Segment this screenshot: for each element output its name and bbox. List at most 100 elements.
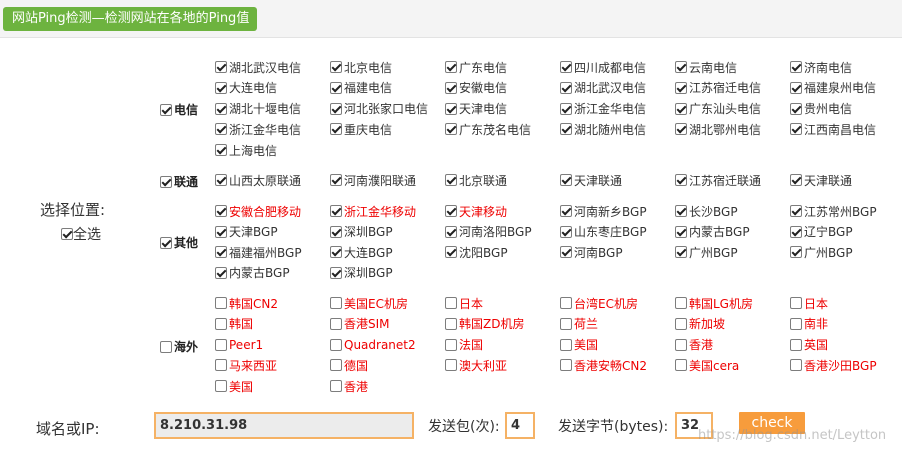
location-option-checkbox[interactable] — [330, 297, 342, 309]
location-option-checkbox[interactable] — [445, 102, 457, 115]
location-option[interactable]: 法国 — [445, 337, 483, 353]
group-other-checkbox[interactable] — [160, 236, 172, 249]
location-option[interactable]: 韩国LG机房 — [675, 295, 753, 311]
location-option[interactable]: 重庆电信 — [330, 121, 392, 137]
location-option-checkbox[interactable] — [330, 266, 342, 279]
location-option[interactable]: 福建福州BGP — [215, 244, 302, 260]
location-option[interactable]: 北京电信 — [330, 59, 392, 75]
location-option-checkbox[interactable] — [445, 338, 457, 351]
location-option-checkbox[interactable] — [790, 123, 802, 136]
location-option[interactable]: 浙江金华电信 — [560, 101, 646, 117]
location-option[interactable]: 香港安畅CN2 — [560, 357, 647, 373]
location-option-checkbox[interactable] — [215, 174, 227, 186]
select-all-box[interactable] — [61, 228, 73, 240]
location-option-checkbox[interactable] — [330, 81, 342, 94]
location-option[interactable]: 美国 — [215, 378, 253, 394]
location-option[interactable]: 澳大利亚 — [445, 357, 507, 373]
location-option-checkbox[interactable] — [560, 246, 572, 258]
location-option-checkbox[interactable] — [330, 359, 342, 372]
location-option-checkbox[interactable] — [560, 317, 572, 330]
group-telecom[interactable]: 电信 — [160, 101, 198, 118]
location-option[interactable]: 福建泉州电信 — [790, 80, 876, 96]
location-option[interactable]: 广州BGP — [790, 244, 853, 260]
location-option-checkbox[interactable] — [445, 174, 457, 186]
location-option-checkbox[interactable] — [790, 81, 802, 94]
location-option-checkbox[interactable] — [215, 266, 227, 279]
location-option[interactable]: 江苏常州BGP — [790, 203, 877, 219]
location-option-checkbox[interactable] — [330, 246, 342, 258]
location-option[interactable]: 天津联通 — [790, 172, 852, 188]
location-option-checkbox[interactable] — [560, 61, 572, 73]
location-option[interactable]: 广东汕头电信 — [675, 101, 761, 117]
group-telecom-checkbox[interactable] — [160, 103, 172, 116]
location-option-checkbox[interactable] — [215, 359, 227, 372]
location-option[interactable]: 上海电信 — [215, 142, 277, 158]
group-other[interactable]: 其他 — [160, 234, 198, 251]
location-option[interactable]: 安徽电信 — [445, 80, 507, 96]
location-option-checkbox[interactable] — [675, 61, 687, 73]
location-option-checkbox[interactable] — [675, 359, 687, 372]
location-option[interactable]: 济南电信 — [790, 59, 852, 75]
location-option-checkbox[interactable] — [330, 225, 342, 238]
location-option-checkbox[interactable] — [215, 102, 227, 115]
location-option-checkbox[interactable] — [215, 144, 227, 157]
location-option[interactable]: 韩国 — [215, 316, 253, 332]
location-option[interactable]: 香港沙田BGP — [790, 357, 877, 373]
location-option-checkbox[interactable] — [560, 225, 572, 238]
location-option[interactable]: 德国 — [330, 357, 368, 373]
location-option-checkbox[interactable] — [560, 338, 572, 351]
location-option-checkbox[interactable] — [330, 380, 342, 393]
location-option-checkbox[interactable] — [445, 317, 457, 330]
location-option[interactable]: 韩国ZD机房 — [445, 316, 524, 332]
location-option-checkbox[interactable] — [445, 123, 457, 136]
location-option[interactable]: 江西南昌电信 — [790, 121, 876, 137]
location-option-checkbox[interactable] — [560, 174, 572, 186]
location-option[interactable]: 大连电信 — [215, 80, 277, 96]
location-option[interactable]: 南非 — [790, 316, 828, 332]
location-option[interactable]: 湖北鄂州电信 — [675, 121, 761, 137]
location-option[interactable]: 湖北武汉电信 — [215, 59, 301, 75]
location-option-checkbox[interactable] — [215, 317, 227, 330]
location-option-checkbox[interactable] — [215, 205, 227, 217]
location-option-checkbox[interactable] — [215, 225, 227, 238]
location-option-checkbox[interactable] — [790, 174, 802, 186]
location-option[interactable]: 河北张家口电信 — [330, 101, 428, 117]
location-option-checkbox[interactable] — [445, 225, 457, 238]
location-option[interactable]: 香港SIM — [330, 316, 390, 332]
location-option[interactable]: 台湾EC机房 — [560, 295, 638, 311]
location-option-checkbox[interactable] — [215, 123, 227, 136]
location-option[interactable]: 广东茂名电信 — [445, 121, 531, 137]
group-overseas[interactable]: 海外 — [160, 338, 198, 355]
location-option-checkbox[interactable] — [675, 338, 687, 351]
location-option[interactable]: 江苏宿迁电信 — [675, 80, 761, 96]
location-option[interactable]: 辽宁BGP — [790, 224, 853, 240]
location-option[interactable]: 天津联通 — [560, 172, 622, 188]
location-option[interactable]: 浙江金华移动 — [330, 203, 416, 219]
location-option[interactable]: 英国 — [790, 337, 828, 353]
location-option[interactable]: 山东枣庄BGP — [560, 224, 647, 240]
location-option-checkbox[interactable] — [215, 297, 227, 309]
location-option[interactable]: 深圳BGP — [330, 265, 393, 281]
location-option[interactable]: Peer1 — [215, 337, 263, 353]
location-option[interactable]: 沈阳BGP — [445, 244, 508, 260]
location-option-checkbox[interactable] — [215, 81, 227, 94]
location-option[interactable]: 湖北武汉电信 — [560, 80, 646, 96]
location-option-checkbox[interactable] — [675, 317, 687, 330]
location-option[interactable]: 湖北十堰电信 — [215, 101, 301, 117]
location-option[interactable]: 天津移动 — [445, 203, 507, 219]
location-option[interactable]: 河南新乡BGP — [560, 203, 647, 219]
location-option-checkbox[interactable] — [675, 102, 687, 115]
location-option-checkbox[interactable] — [215, 61, 227, 73]
location-option-checkbox[interactable] — [445, 359, 457, 372]
location-option-checkbox[interactable] — [675, 174, 687, 186]
location-option[interactable]: 美国cera — [675, 357, 739, 373]
location-option-checkbox[interactable] — [330, 174, 342, 186]
location-option[interactable]: 广州BGP — [675, 244, 738, 260]
location-option[interactable]: 北京联通 — [445, 172, 507, 188]
location-option[interactable]: 日本 — [790, 295, 828, 311]
location-option[interactable]: 日本 — [445, 295, 483, 311]
location-option-checkbox[interactable] — [675, 81, 687, 94]
location-option-checkbox[interactable] — [215, 246, 227, 258]
group-unicom-checkbox[interactable] — [160, 175, 172, 188]
domain-input[interactable]: 8.210.31.98 — [154, 412, 414, 439]
